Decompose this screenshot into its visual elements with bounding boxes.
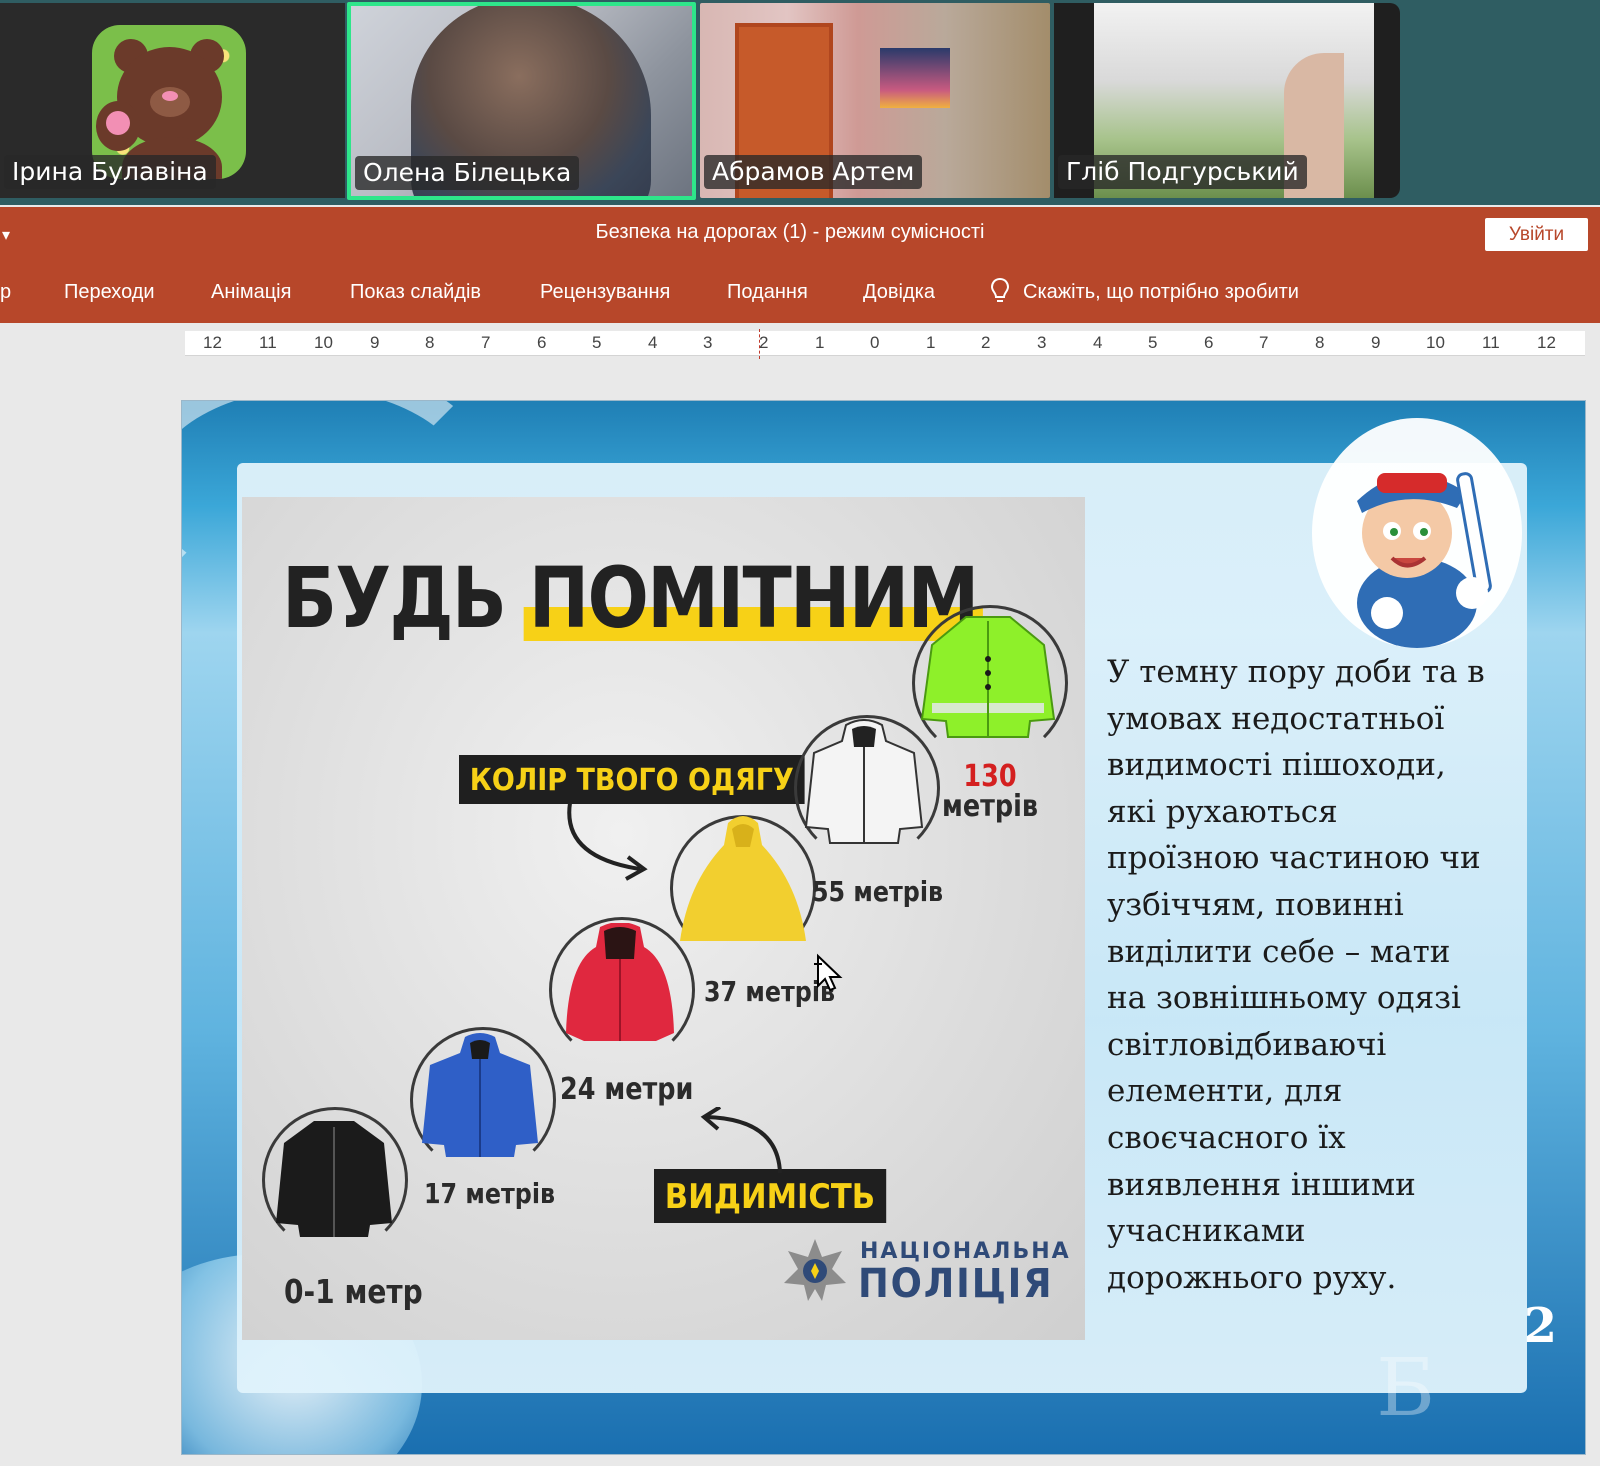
participant-tile-3[interactable]: Абрамов Артем — [700, 3, 1050, 198]
blue-jacket-icon — [422, 1033, 538, 1157]
participant-name: Гліб Подгурський — [1058, 155, 1307, 189]
ruler-label: 8 — [425, 333, 435, 352]
curved-arrow-icon — [700, 1107, 782, 1174]
horizontal-ruler[interactable]: 12 11 10 9 8 7 6 5 4 3 2 1 0 1 2 3 4 5 6 7 8 9 10 11 12 — [185, 329, 1585, 359]
traffic-officer-mascot-icon — [1312, 418, 1522, 648]
police-logo-line2: ПОЛІЦІЯ — [858, 1261, 1054, 1307]
sign-in-button[interactable]: Увійти — [1485, 218, 1588, 251]
body-line: виявлення іншими — [1107, 1166, 1416, 1203]
tab-transitions[interactable]: Переходи — [64, 281, 155, 304]
body-line: елементи, для — [1107, 1073, 1343, 1110]
white-jacket-icon — [804, 719, 924, 844]
tab-animations[interactable]: Анімація — [211, 281, 291, 304]
ruler-label: 0 — [870, 333, 880, 352]
ruler-label: 9 — [370, 333, 380, 352]
body-line: проїзною частиною чи — [1107, 840, 1481, 877]
yellow-raincoat-icon — [680, 816, 806, 941]
ruler-label: 11 — [259, 333, 277, 352]
slide-number: 2 — [1523, 1298, 1557, 1354]
ruler-label: 1 — [815, 333, 825, 352]
red-jacket-icon — [566, 923, 674, 1041]
lightbulb-icon[interactable] — [990, 277, 1010, 307]
distance-white: 55 метрів — [812, 875, 944, 908]
body-line: світловідбиваючі — [1107, 1026, 1387, 1063]
tab-view[interactable]: Подання — [727, 281, 808, 304]
distance-reflective: 130 метрів — [942, 762, 1038, 822]
body-line: учасниками — [1107, 1213, 1306, 1250]
poster-image: БУДЬ ПОМІТНИМ КОЛІР ТВОГО ОДЯГУ ВИДИМІСТ… — [242, 497, 1085, 1340]
ruler-label: 7 — [1259, 333, 1269, 352]
ruler-label: 5 — [592, 333, 602, 352]
body-line: своєчасного їх — [1107, 1119, 1346, 1156]
ruler-label: 4 — [648, 333, 658, 352]
poster-title: БУДЬ ПОМІТНИМ — [282, 549, 980, 647]
ruler-label: 2 — [981, 333, 991, 352]
poster-title-word2: ПОМІТНИМ — [528, 549, 980, 647]
ruler-label: 3 — [1037, 333, 1047, 352]
tab-review[interactable]: Рецензування — [540, 281, 670, 304]
curved-arrow-icon — [567, 802, 648, 881]
title-bar: ▾ Безпека на дорогах (1) - режим сумісно… — [0, 207, 1600, 263]
ruler-label: 6 — [537, 333, 547, 352]
ruler-label: 12 — [203, 333, 222, 352]
ruler-label: 4 — [1093, 333, 1103, 352]
ribbon-tabs: p Переходи Анімація Показ слайдів Реценз… — [0, 263, 1600, 323]
ruler-label: 10 — [1426, 333, 1445, 352]
tag-visibility: ВИДИМІСТЬ — [654, 1169, 886, 1223]
distance-red: 24 метри — [560, 1072, 694, 1107]
distance-reflective-number: 130 — [963, 759, 1017, 794]
participant-name: Ірина Булавіна — [4, 155, 216, 189]
distance-blue: 17 метрів — [424, 1177, 556, 1210]
body-line: узбіччям, повинні — [1107, 886, 1404, 923]
body-line: У темну пору доби та в — [1107, 654, 1485, 690]
body-line: які рухаються — [1107, 793, 1338, 830]
slide-canvas[interactable]: Б 2 БУДЬ ПОМІТНИМ КОЛІР ТВОГО ОДЯГУ ВИДИ… — [182, 401, 1585, 1454]
ruler-scale: 12 11 10 9 8 7 6 5 4 3 2 1 0 1 2 3 4 5 6 7 8 9 10 11 12 — [185, 333, 1585, 353]
slide-body-text[interactable]: У темну пору доби та в умовах недостатнь… — [1107, 649, 1497, 1301]
ruler-cursor-marker — [759, 329, 760, 359]
ruler-label: 1 — [926, 333, 936, 352]
participant-tile-1[interactable]: Ірина Булавіна — [0, 3, 345, 198]
ruler-label: 12 — [1537, 333, 1556, 352]
body-line: дорожнього руху. — [1107, 1259, 1397, 1296]
ruler-label: 3 — [703, 333, 713, 352]
participant-name: Олена Білецька — [355, 156, 580, 190]
distance-black: 0-1 метр — [284, 1272, 423, 1311]
ruler-label: 9 — [1371, 333, 1381, 352]
tab-partial[interactable]: p — [0, 281, 11, 304]
reflective-jacket-icon — [920, 616, 1056, 738]
police-star-logo-icon — [784, 1239, 846, 1301]
tab-slide-show[interactable]: Показ слайдів — [350, 281, 481, 304]
black-jacket-icon — [276, 1121, 392, 1237]
body-line: виділити себе – мати — [1107, 933, 1451, 970]
tab-help[interactable]: Довідка — [863, 281, 935, 304]
body-line: видимості пішоходи, — [1107, 747, 1446, 784]
ruler-label: 7 — [481, 333, 491, 352]
participant-tile-4[interactable]: Гліб Подгурський — [1054, 3, 1400, 198]
decorative-ghost-text: Б — [1376, 1341, 1435, 1434]
poster-title-word1: БУДЬ — [282, 549, 507, 647]
ruler-label: 8 — [1315, 333, 1325, 352]
ruler-label: 2 — [759, 333, 769, 352]
move-cursor-icon — [814, 953, 843, 992]
body-line: на зовнішньому одязі — [1107, 980, 1461, 1017]
video-strip: Ірина Булавіна Олена Білецька Абрамов Ар… — [0, 0, 1600, 205]
ruler-label: 5 — [1148, 333, 1158, 352]
ruler-label: 6 — [1204, 333, 1214, 352]
document-title: Безпека на дорогах (1) - режим сумісност… — [595, 221, 985, 243]
participant-name: Абрамов Артем — [704, 155, 923, 189]
ruler-label: 11 — [1482, 333, 1500, 352]
ruler-label: 10 — [314, 333, 333, 352]
body-line: умовах недостатньої — [1107, 700, 1445, 737]
tell-me-search[interactable]: Скажіть, що потрібно зробити — [1023, 281, 1299, 304]
distance-reflective-unit: метрів — [942, 789, 1039, 824]
participant-tile-2-active[interactable]: Олена Білецька — [347, 2, 696, 200]
